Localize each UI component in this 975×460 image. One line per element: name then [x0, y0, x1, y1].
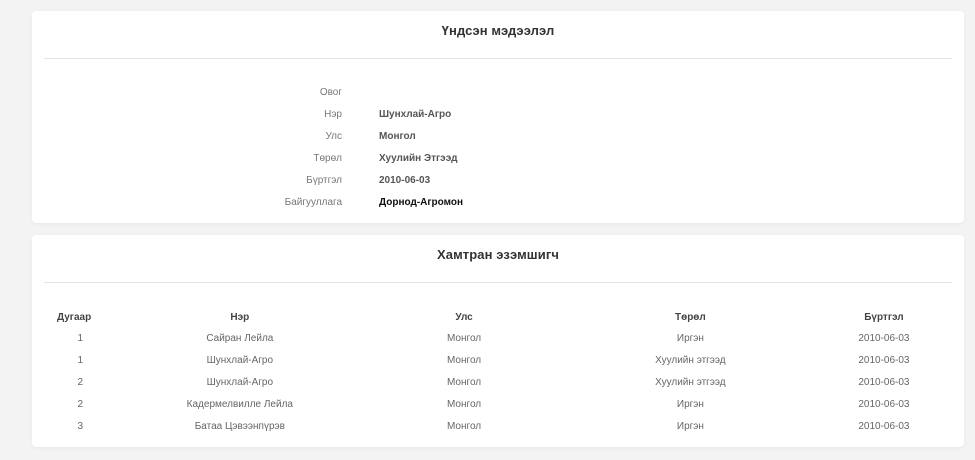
cell-name: Кадермелвилле Лейла [186, 398, 293, 410]
table-header-row: Дугаар Нэр Улс Төрөл Бүртгэл [44, 307, 952, 327]
cell-name: Шунхлай-Агро [206, 376, 274, 388]
info-value-name: Шунхлай-Агро [379, 109, 452, 120]
table-row: 2 Кадермелвилле Лейла Монгол Иргэн 2010-… [44, 393, 952, 415]
table-row: 1 Шунхлай-Агро Монгол Хуулийн этгээд 201… [44, 349, 952, 371]
info-label-surname: Овог [319, 87, 342, 98]
basic-info-title: Үндсэн мэдээлэл [441, 23, 555, 38]
table-row: 1 Сайран Лейла Монгол Иргэн 2010-06-03 [44, 327, 952, 349]
cell-type: Хуулийн этгээд [655, 376, 726, 388]
cell-number: 2 [77, 398, 84, 410]
table-row: 3 Батаа Цэвээнпүрэв Монгол Иргэн 2010-06… [44, 415, 952, 437]
column-header-name: Нэр [230, 311, 250, 323]
info-label-type: Төрөл [313, 153, 342, 164]
cell-name: Шунхлай-Агро [206, 354, 274, 366]
cell-number: 1 [77, 332, 84, 344]
cell-registration: 2010-06-03 [858, 376, 910, 388]
info-value-country: Монгол [379, 131, 416, 142]
co-owner-table: Дугаар Нэр Улс Төрөл Бүртгэл 1 Сайран Ле… [44, 307, 952, 437]
co-owner-card: Хамтран эзэмшигч Дугаар Нэр Улс Төрөл Бү… [32, 235, 964, 447]
info-label-name: Нэр [324, 109, 342, 120]
cell-name: Сайран Лейла [206, 332, 274, 344]
info-label-organization: Байгууллага [284, 197, 342, 208]
cell-registration: 2010-06-03 [858, 354, 910, 366]
info-label-registration: Бүртгэл [306, 175, 342, 186]
cell-name: Батаа Цэвээнпүрэв [194, 420, 285, 432]
info-value-type: Хуулийн Этгээд [379, 153, 458, 164]
cell-registration: 2010-06-03 [858, 420, 910, 432]
column-header-country: Улс [455, 311, 473, 323]
info-value-organization: Дорнод-Агромон [379, 197, 464, 208]
cell-type: Хуулийн этгээд [655, 354, 726, 366]
cell-type: Иргэн [676, 398, 704, 410]
cell-country: Монгол [446, 420, 482, 432]
column-header-registration: Бүртгэл [864, 311, 904, 323]
co-owner-title: Хамтран эзэмшигч [436, 247, 559, 262]
column-header-type: Төрөл [674, 311, 706, 323]
cell-country: Монгол [446, 332, 482, 344]
cell-number: 3 [77, 420, 84, 432]
cell-country: Монгол [446, 376, 482, 388]
table-row: 2 Шунхлай-Агро Монгол Хуулийн этгээд 201… [44, 371, 952, 393]
cell-number: 2 [77, 376, 84, 388]
info-value-registration: 2010-06-03 [379, 175, 431, 186]
cell-type: Иргэн [676, 332, 704, 344]
cell-registration: 2010-06-03 [858, 398, 910, 410]
column-header-number: Дугаар [57, 311, 92, 323]
cell-country: Монгол [446, 398, 482, 410]
info-label-country: Улс [325, 131, 342, 142]
co-owner-divider [44, 282, 952, 283]
cell-number: 1 [77, 354, 84, 366]
cell-type: Иргэн [676, 420, 704, 432]
basic-info-divider [44, 58, 952, 59]
cell-registration: 2010-06-03 [858, 332, 910, 344]
cell-country: Монгол [446, 354, 482, 366]
basic-info-card: Үндсэн мэдээлэл Овог Нэр Шунхлай-Агро Ул… [32, 11, 964, 223]
